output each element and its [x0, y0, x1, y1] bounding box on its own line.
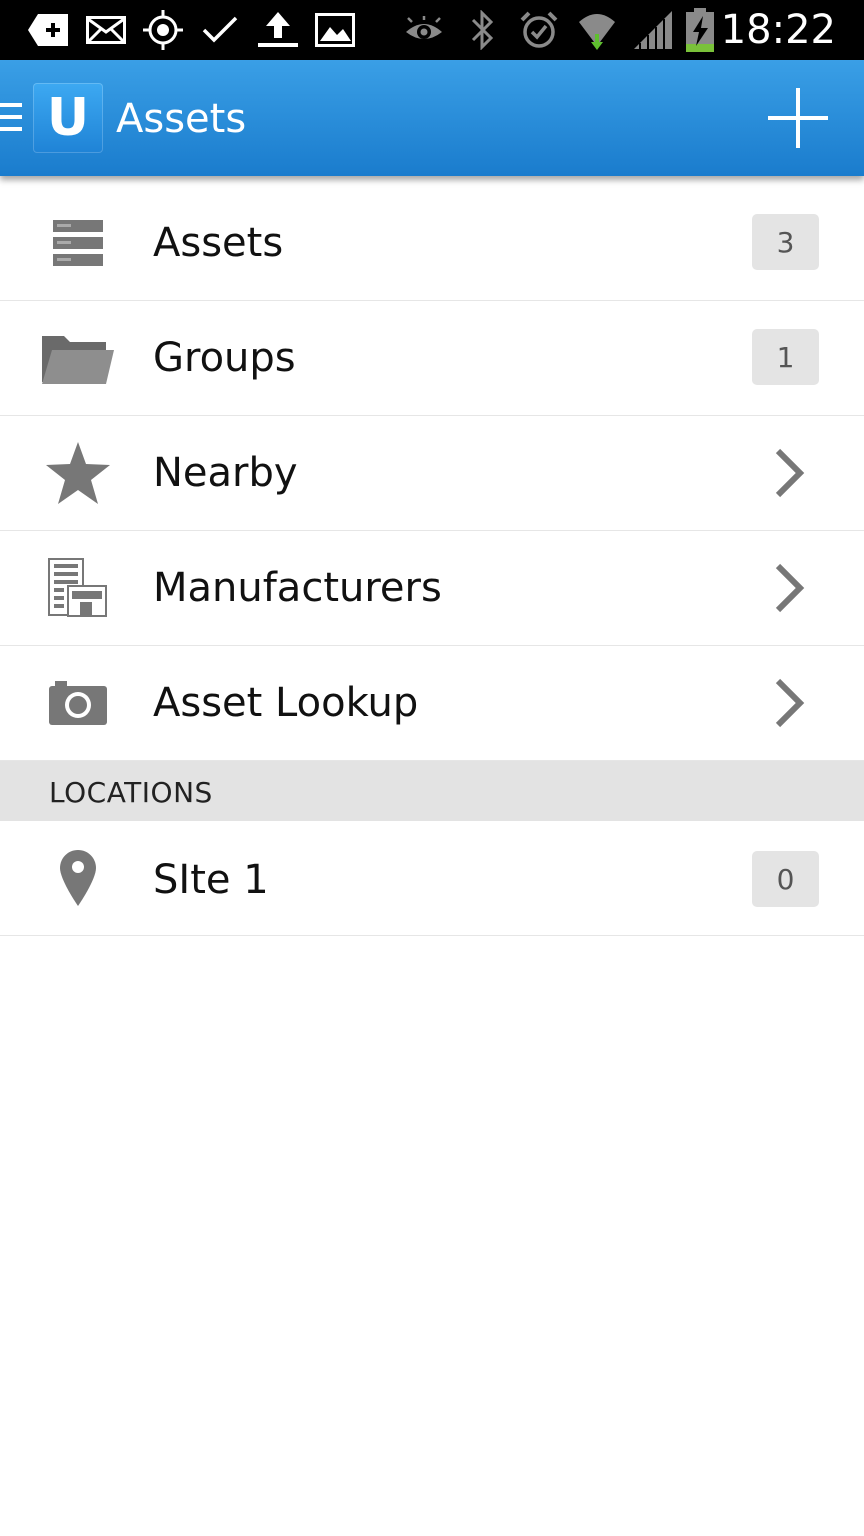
list-item-label: Nearby — [153, 450, 298, 496]
count-badge: 3 — [752, 214, 819, 270]
list-item-label: Manufacturers — [153, 565, 442, 611]
chevron-right-icon — [775, 678, 805, 728]
nav-list: Assets 3 Groups 1 Nearby Manufacturers A… — [0, 186, 864, 936]
list-item-label: SIte 1 — [153, 857, 269, 903]
check-icon — [200, 10, 240, 50]
action-bar: U Assets — [0, 60, 864, 176]
folder-icon — [38, 328, 118, 388]
list-item-label: Asset Lookup — [153, 680, 419, 726]
chevron-right-icon — [775, 448, 805, 498]
upload-icon — [258, 10, 298, 50]
list-item-nearby[interactable]: Nearby — [0, 416, 864, 531]
map-pin-icon — [38, 848, 118, 908]
add-button[interactable] — [760, 80, 836, 156]
list-item-groups[interactable]: Groups 1 — [0, 301, 864, 416]
list-item-site-1[interactable]: SIte 1 0 — [0, 821, 864, 936]
list-item-manufacturers[interactable]: Manufacturers — [0, 531, 864, 646]
signal-icon — [634, 10, 674, 50]
camera-icon — [38, 673, 118, 733]
drawer-menu-icon[interactable] — [0, 103, 24, 133]
list-item-asset-lookup[interactable]: Asset Lookup — [0, 646, 864, 761]
alarm-icon — [519, 10, 559, 50]
list-item-label: Groups — [153, 335, 296, 381]
list-item-assets[interactable]: Assets 3 — [0, 186, 864, 301]
server-stack-icon — [38, 213, 118, 273]
section-header-locations: LOCATIONS — [0, 761, 864, 821]
page-title: Assets — [116, 96, 247, 142]
section-label: LOCATIONS — [49, 776, 213, 809]
wifi-icon — [577, 10, 617, 50]
mail-icon — [86, 10, 126, 50]
chevron-right-icon — [775, 563, 805, 613]
star-icon — [38, 442, 118, 504]
status-bar: 18:22 — [0, 0, 864, 60]
bluetooth-icon — [462, 10, 502, 50]
plus-icon — [768, 88, 828, 148]
app-logo[interactable]: U — [33, 83, 103, 153]
clock: 18:22 — [720, 7, 836, 53]
add-notification-icon — [28, 10, 68, 50]
gps-icon — [143, 10, 183, 50]
count-badge: 0 — [752, 851, 819, 907]
image-icon — [315, 10, 355, 50]
count-badge: 1 — [752, 329, 819, 385]
building-icon — [38, 558, 118, 618]
battery-charging-icon — [680, 8, 720, 52]
eye-icon — [404, 10, 444, 50]
list-item-label: Assets — [153, 220, 284, 266]
